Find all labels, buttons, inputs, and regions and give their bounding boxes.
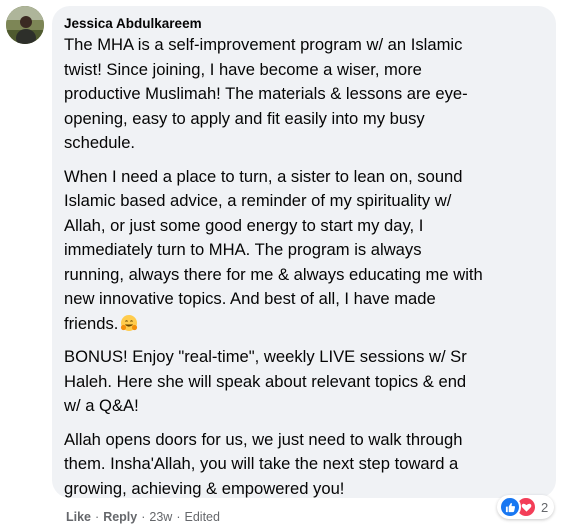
hugging-face-emoji-icon bbox=[120, 314, 138, 332]
profile-photo bbox=[6, 6, 44, 44]
comment-timestamp[interactable]: 23w bbox=[149, 509, 172, 524]
comment-paragraph: When I need a place to turn, a sister to… bbox=[64, 165, 544, 337]
comment-paragraph: Allah opens doors for us, we just need t… bbox=[64, 429, 463, 498]
comment-actions: Like · Reply · 23w · Edited bbox=[66, 509, 220, 524]
reply-link[interactable]: Reply bbox=[103, 509, 137, 524]
separator-dot: · bbox=[141, 510, 146, 524]
reactions-summary[interactable]: 2 bbox=[497, 495, 555, 519]
avatar[interactable] bbox=[6, 6, 44, 44]
comment-author-name[interactable]: Jessica Abdulkareem bbox=[64, 14, 544, 33]
separator-dot: · bbox=[176, 510, 181, 524]
comment-paragraph: The MHA is a self-improvement program w/… bbox=[64, 35, 468, 152]
like-link[interactable]: Like bbox=[66, 509, 91, 524]
edited-label: Edited bbox=[184, 510, 220, 524]
comment-paragraph-text: When I need a place to turn, a sister to… bbox=[64, 166, 483, 333]
like-icon bbox=[499, 496, 521, 518]
comment-bubble: Jessica Abdulkareem The MHA is a self-im… bbox=[52, 6, 556, 498]
separator-dot: · bbox=[95, 510, 100, 524]
reaction-count: 2 bbox=[541, 499, 549, 515]
comment-paragraph: BONUS! Enjoy "real-time", weekly LIVE se… bbox=[64, 347, 467, 415]
